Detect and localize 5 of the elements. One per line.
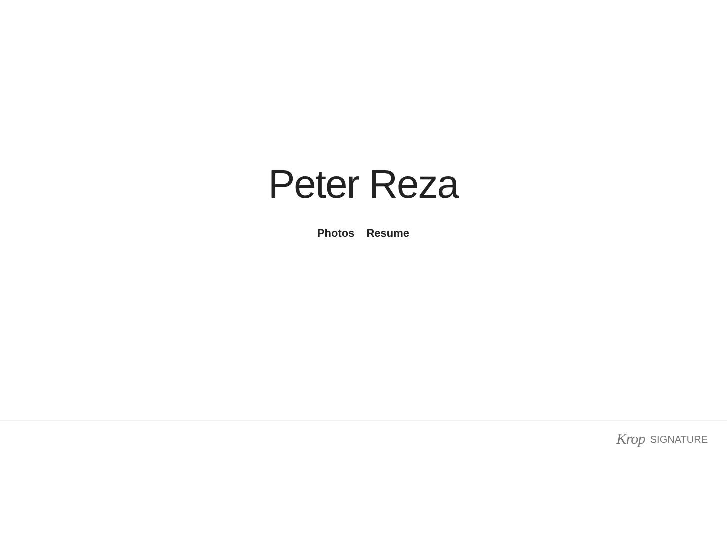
site-title: Peter Reza: [268, 162, 459, 209]
footer-logo[interactable]: Krop: [616, 429, 646, 452]
footer-label: SIGNATURE: [650, 434, 708, 448]
nav-link[interactable]: Photos: [317, 226, 355, 242]
nav-link[interactable]: Resume: [366, 226, 410, 242]
